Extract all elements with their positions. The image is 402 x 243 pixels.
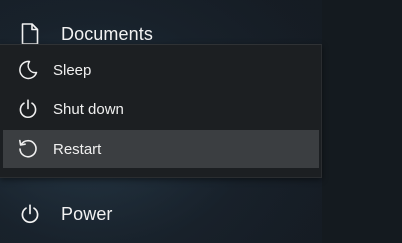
sleep-menu-item[interactable]: Sleep bbox=[3, 51, 319, 89]
power-button[interactable]: Power bbox=[0, 194, 322, 234]
restart-icon bbox=[17, 138, 39, 160]
start-tiles-area bbox=[322, 0, 402, 243]
moon-icon bbox=[17, 59, 39, 81]
restart-label: Restart bbox=[53, 140, 102, 158]
power-options-menu: Sleep Shut down Restart bbox=[0, 44, 322, 178]
power-icon bbox=[17, 98, 39, 120]
power-icon bbox=[19, 203, 41, 225]
sleep-label: Sleep bbox=[53, 61, 92, 79]
document-icon bbox=[19, 23, 41, 45]
documents-label: Documents bbox=[61, 23, 153, 44]
power-label: Power bbox=[61, 203, 113, 224]
shut-down-menu-item[interactable]: Shut down bbox=[3, 90, 319, 128]
shut-down-label: Shut down bbox=[53, 100, 124, 118]
restart-menu-item[interactable]: Restart bbox=[3, 130, 319, 168]
